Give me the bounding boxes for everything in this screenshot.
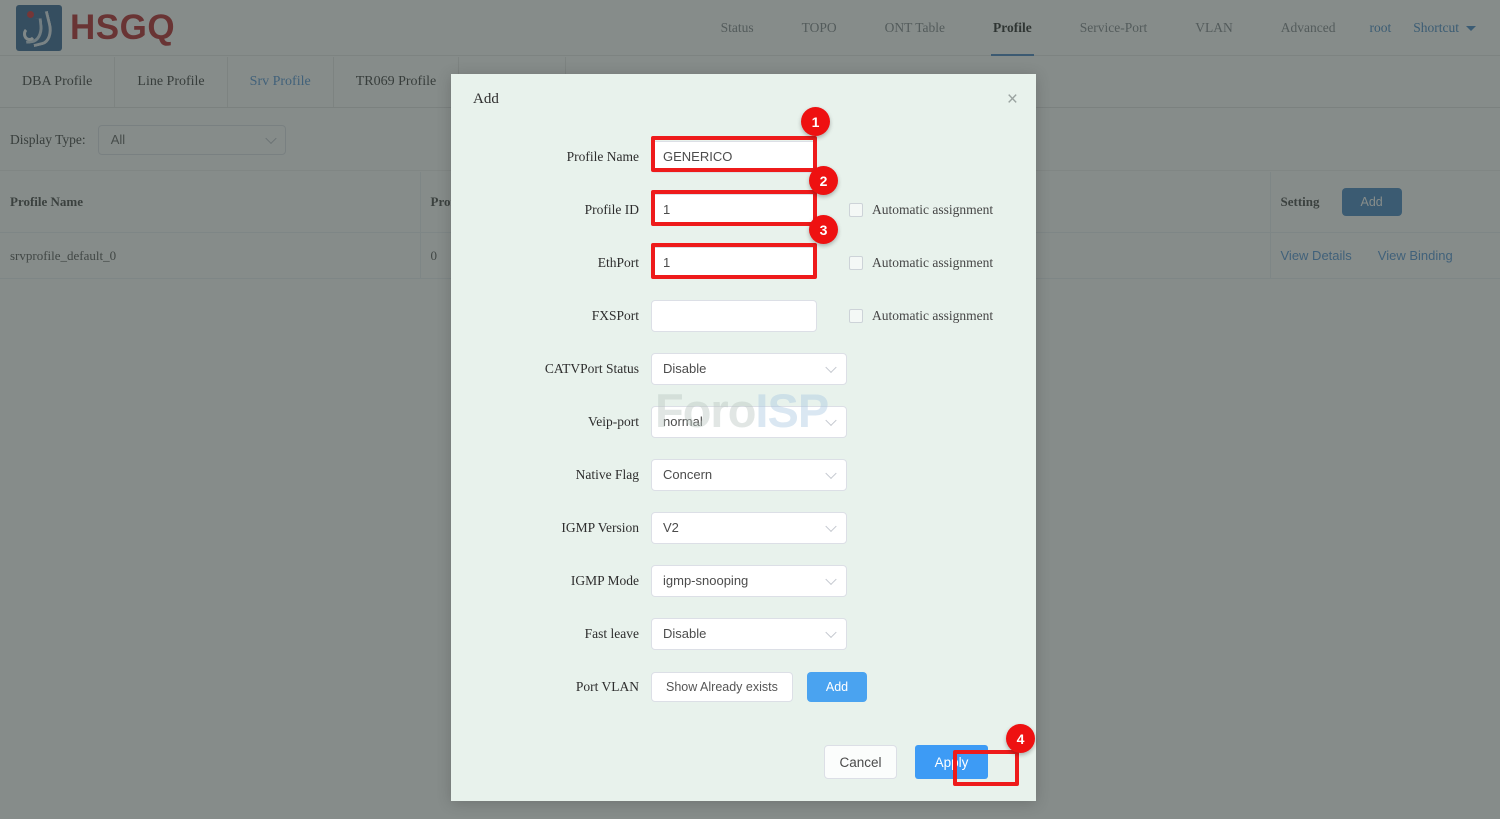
native-flag-select[interactable]: Concern [651, 458, 847, 491]
fxsport-label: FXSPort [591, 307, 639, 323]
show-already-exists-button[interactable]: Show Already exists [651, 671, 793, 702]
veip-port-label: Veip-port [588, 413, 639, 429]
fxsport-auto-assign[interactable]: Automatic assignment [849, 308, 993, 324]
chevron-down-icon [825, 361, 837, 373]
field-row-catvport-status: CATVPort Status Disable [451, 342, 1036, 395]
veip-port-value: normal [663, 414, 703, 429]
field-row-fast-leave: Fast leave Disable [451, 607, 1036, 660]
annotation-badge-1: 1 [801, 107, 830, 136]
field-row-port-vlan: Port VLAN Show Already exists Add [451, 660, 1036, 713]
field-row-native-flag: Native Flag Concern [451, 448, 1036, 501]
igmp-mode-label: IGMP Mode [570, 572, 639, 588]
dialog-footer: Cancel Apply [451, 723, 1036, 801]
igmp-mode-value: igmp-snooping [663, 573, 749, 588]
catvport-status-select[interactable]: Disable [651, 352, 847, 385]
native-flag-value: Concern [663, 467, 713, 482]
checkbox-icon[interactable] [849, 202, 863, 217]
field-row-veip-port: Veip-port normal [451, 395, 1036, 448]
apply-button[interactable]: Apply [915, 745, 988, 779]
fast-leave-select[interactable]: Disable [651, 617, 847, 650]
dialog-title: Add [473, 90, 499, 107]
profile-name-label: Profile Name [566, 148, 639, 164]
ethport-label: EthPort [597, 254, 639, 270]
profile-id-input[interactable] [651, 193, 817, 226]
ethport-auto-label: Automatic assignment [872, 254, 994, 270]
native-flag-label: Native Flag [575, 466, 639, 482]
cancel-button[interactable]: Cancel [824, 745, 897, 779]
profile-id-auto-label: Automatic assignment [872, 201, 994, 217]
port-vlan-add-button[interactable]: Add [806, 671, 868, 702]
annotation-badge-4: 4 [1006, 724, 1035, 753]
field-row-igmp-mode: IGMP Mode igmp-snooping [451, 554, 1036, 607]
annotation-badge-3: 3 [809, 215, 838, 244]
port-vlan-label: Port VLAN [575, 678, 639, 694]
chevron-down-icon [825, 520, 837, 532]
field-row-profile-id: Profile ID Automatic assignment [451, 183, 1036, 236]
catvport-status-value: Disable [663, 361, 707, 376]
chevron-down-icon [825, 573, 837, 585]
fast-leave-label: Fast leave [584, 625, 639, 641]
profile-id-label: Profile ID [584, 201, 639, 217]
catvport-status-label: CATVPort Status [544, 360, 639, 376]
field-row-profile-name: Profile Name [451, 130, 1036, 183]
field-row-ethport: EthPort Automatic assignment [451, 236, 1036, 289]
fxsport-auto-label: Automatic assignment [872, 307, 994, 323]
igmp-mode-select[interactable]: igmp-snooping [651, 564, 847, 597]
field-row-fxsport: FXSPort Automatic assignment [451, 289, 1036, 342]
igmp-version-select[interactable]: V2 [651, 511, 847, 544]
dialog-header: Add × [451, 74, 1036, 124]
profile-id-auto-assign[interactable]: Automatic assignment [849, 202, 993, 218]
chevron-down-icon [825, 467, 837, 479]
igmp-version-label: IGMP Version [561, 519, 639, 535]
add-srv-profile-dialog: Add × Profile Name Profile ID Automatic … [451, 74, 1036, 801]
profile-name-input[interactable] [651, 140, 817, 173]
screen: HSGQ Status TOPO ONT Table Profile Servi… [0, 0, 1500, 819]
chevron-down-icon [825, 626, 837, 638]
annotation-badge-2: 2 [809, 166, 838, 195]
checkbox-icon[interactable] [849, 308, 863, 323]
igmp-version-value: V2 [663, 520, 679, 535]
dialog-body: Profile Name Profile ID Automatic assign… [451, 124, 1036, 713]
field-row-igmp-version: IGMP Version V2 [451, 501, 1036, 554]
fast-leave-value: Disable [663, 626, 707, 641]
close-icon[interactable]: × [1007, 90, 1018, 109]
fxsport-input[interactable] [651, 299, 817, 332]
checkbox-icon[interactable] [849, 255, 863, 270]
chevron-down-icon [825, 414, 837, 426]
ethport-auto-assign[interactable]: Automatic assignment [849, 255, 993, 271]
ethport-input[interactable] [651, 246, 817, 279]
veip-port-select[interactable]: normal [651, 405, 847, 438]
